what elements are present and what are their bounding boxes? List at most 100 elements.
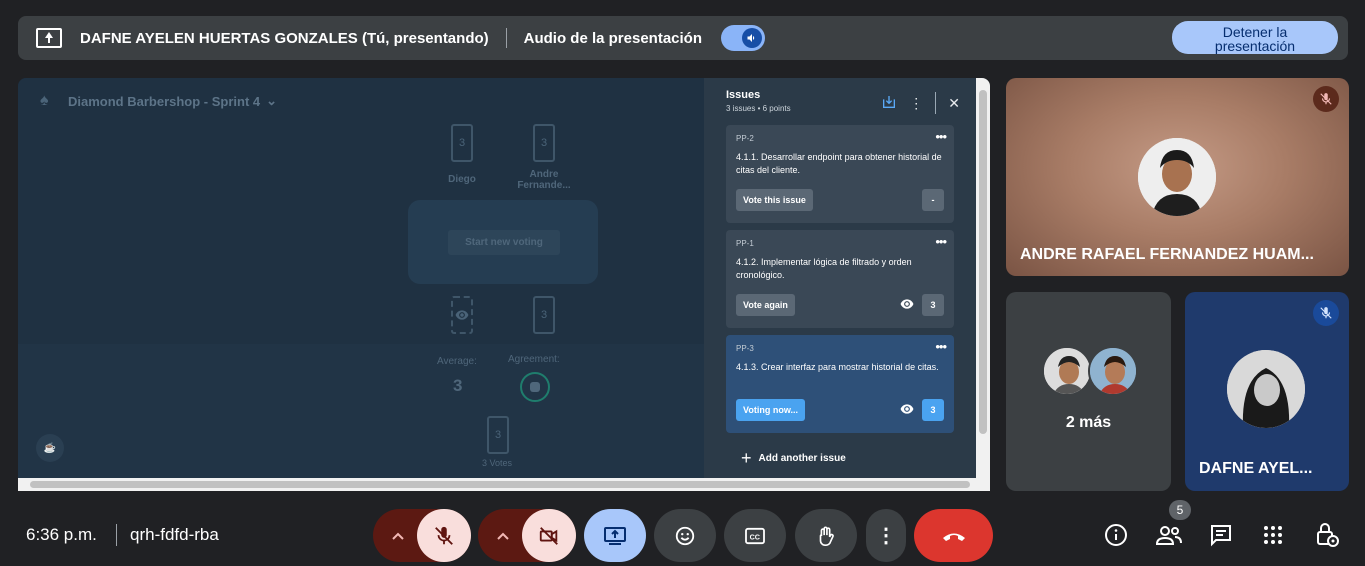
issue-key: PP-3: [736, 344, 754, 353]
more-horiz-icon[interactable]: •••: [935, 339, 947, 354]
agreement-label: Agreement:: [508, 354, 560, 365]
start-voting-button[interactable]: Start new voting: [448, 230, 560, 255]
audio-label: Audio de la presentación: [523, 29, 703, 47]
player-card-hidden: [451, 296, 473, 334]
chevron-up-icon[interactable]: [373, 509, 423, 562]
meeting-info-button[interactable]: [1099, 518, 1133, 552]
more-participants-label: 2 más: [1065, 414, 1112, 431]
agreement-icon: [520, 372, 550, 402]
issue-description: 4.1.1. Desarrollar endpoint para obtener…: [736, 152, 942, 175]
sprint-title-text: Diamond Barbershop - Sprint 4: [68, 93, 261, 109]
add-issue-button[interactable]: + Add another issue: [741, 448, 846, 469]
avatar: [1227, 350, 1305, 428]
chevron-up-icon[interactable]: [478, 509, 528, 562]
more-vert-icon: ⋮: [876, 525, 896, 547]
average-value: 3: [453, 376, 463, 395]
issues-subtitle: 3 issues • 6 points: [726, 104, 791, 113]
average-label: Average:: [437, 356, 477, 367]
avatar: [1138, 138, 1216, 216]
issue-key: PP-1: [736, 239, 754, 248]
divider: [505, 28, 507, 48]
captions-icon: CC: [745, 527, 765, 544]
player-card: 3: [451, 124, 473, 162]
end-call-button[interactable]: [914, 509, 993, 562]
participant-tile-andre[interactable]: ANDRE RAFAEL FERNANDEZ HUAM...: [1006, 78, 1349, 276]
chevron-down-icon: ⌄: [266, 93, 278, 108]
emoji-icon: [675, 526, 695, 545]
horizontal-scrollbar[interactable]: [18, 478, 990, 491]
planning-table: ♠ Diamond Barbershop - Sprint 4 ⌄ 3 Dieg…: [18, 78, 704, 478]
end-call-icon: [942, 533, 965, 541]
voting-now-button[interactable]: Voting now...: [736, 399, 805, 421]
divider: [116, 524, 117, 546]
chat-icon: [1211, 525, 1231, 547]
volume-icon: [742, 28, 763, 48]
issue-card-active[interactable]: PP-3 ••• 4.1.3. Crear interfaz para most…: [726, 335, 954, 433]
more-horiz-icon[interactable]: •••: [935, 129, 947, 144]
host-controls-button[interactable]: [1310, 518, 1344, 552]
avatar: [1042, 346, 1092, 396]
issue-description: 4.1.3. Crear interfaz para mostrar histo…: [736, 362, 939, 372]
spade-logo-icon: ♠: [40, 92, 49, 109]
apps-icon: [1264, 526, 1282, 544]
reactions-button[interactable]: [654, 509, 716, 562]
activities-button[interactable]: [1256, 518, 1290, 552]
mic-toggle-button[interactable]: [417, 509, 471, 562]
votes-card: 3: [487, 416, 509, 454]
issue-card[interactable]: PP-2 ••• 4.1.1. Desarrollar endpoint par…: [726, 125, 954, 223]
present-screen-button[interactable]: [584, 509, 646, 562]
votes-label: 3 Votes: [482, 458, 513, 468]
camera-off-icon: [539, 526, 558, 545]
participant-tile-more[interactable]: 2 más: [1006, 292, 1171, 491]
participant-count-badge: 5: [1169, 500, 1191, 520]
present-icon: [36, 28, 62, 48]
issues-toolbar: ⋮ ✕: [881, 92, 960, 114]
more-vert-icon[interactable]: ⋮: [909, 95, 923, 111]
issue-points[interactable]: -: [922, 189, 944, 211]
chat-button[interactable]: [1204, 518, 1238, 552]
issue-key: PP-2: [736, 134, 754, 143]
import-icon[interactable]: [881, 94, 897, 113]
add-issue-label: Add another issue: [758, 453, 846, 464]
host-controls-icon: [1317, 523, 1339, 547]
coffee-icon[interactable]: ☕: [36, 434, 64, 462]
issue-description: 4.1.2. Implementar lógica de filtrado y …: [736, 257, 912, 280]
participant-name: DAFNE AYEL...: [1199, 460, 1313, 477]
captions-button[interactable]: CC: [724, 509, 786, 562]
people-icon: [1156, 526, 1182, 545]
more-options-button[interactable]: ⋮: [866, 509, 906, 562]
people-button[interactable]: [1152, 518, 1186, 552]
eye-icon: [900, 298, 914, 312]
meeting-time: 6:36 p.m.: [26, 525, 97, 544]
avatar: [1088, 346, 1138, 396]
divider: [935, 92, 937, 114]
eye-icon: [900, 403, 914, 417]
stop-presenting-button[interactable]: Detener la presentación: [1172, 21, 1338, 54]
player-name: Andre Fernande...: [517, 169, 571, 191]
svg-text:CC: CC: [750, 532, 760, 541]
shared-screen: ♠ Diamond Barbershop - Sprint 4 ⌄ 3 Dieg…: [18, 78, 990, 491]
player-name: Diego: [448, 174, 476, 185]
presenter-name: DAFNE AYELEN HUERTAS GONZALES (Tú, prese…: [80, 29, 489, 47]
audio-toggle[interactable]: [721, 25, 766, 51]
participant-name: ANDRE RAFAEL FERNANDEZ HUAM...: [1020, 246, 1314, 263]
close-icon[interactable]: ✕: [948, 95, 960, 111]
vertical-scrollbar[interactable]: [976, 78, 990, 478]
issue-points[interactable]: 3: [922, 294, 944, 316]
mic-off-icon: [1313, 86, 1339, 112]
participant-tile-dafne[interactable]: DAFNE AYEL...: [1185, 292, 1349, 491]
vote-again-button[interactable]: Vote again: [736, 294, 795, 316]
issues-title: Issues: [726, 89, 761, 101]
issue-points[interactable]: 3: [922, 399, 944, 421]
stop-label-2: presentación: [1214, 38, 1296, 54]
vote-issue-button[interactable]: Vote this issue: [736, 189, 813, 211]
sprint-title: ♠ Diamond Barbershop - Sprint 4 ⌄: [40, 92, 277, 110]
more-horiz-icon[interactable]: •••: [935, 234, 947, 249]
issues-panel: Issues 3 issues • 6 points ⋮ ✕ PP-2 ••• …: [704, 78, 976, 478]
eye-icon: [455, 310, 469, 320]
camera-toggle-button[interactable]: [522, 509, 576, 562]
issue-card[interactable]: PP-1 ••• 4.1.2. Implementar lógica de fi…: [726, 230, 954, 328]
raise-hand-button[interactable]: [795, 509, 857, 562]
meeting-code: qrh-fdfd-rba: [130, 525, 219, 544]
info-icon: [1105, 524, 1127, 546]
